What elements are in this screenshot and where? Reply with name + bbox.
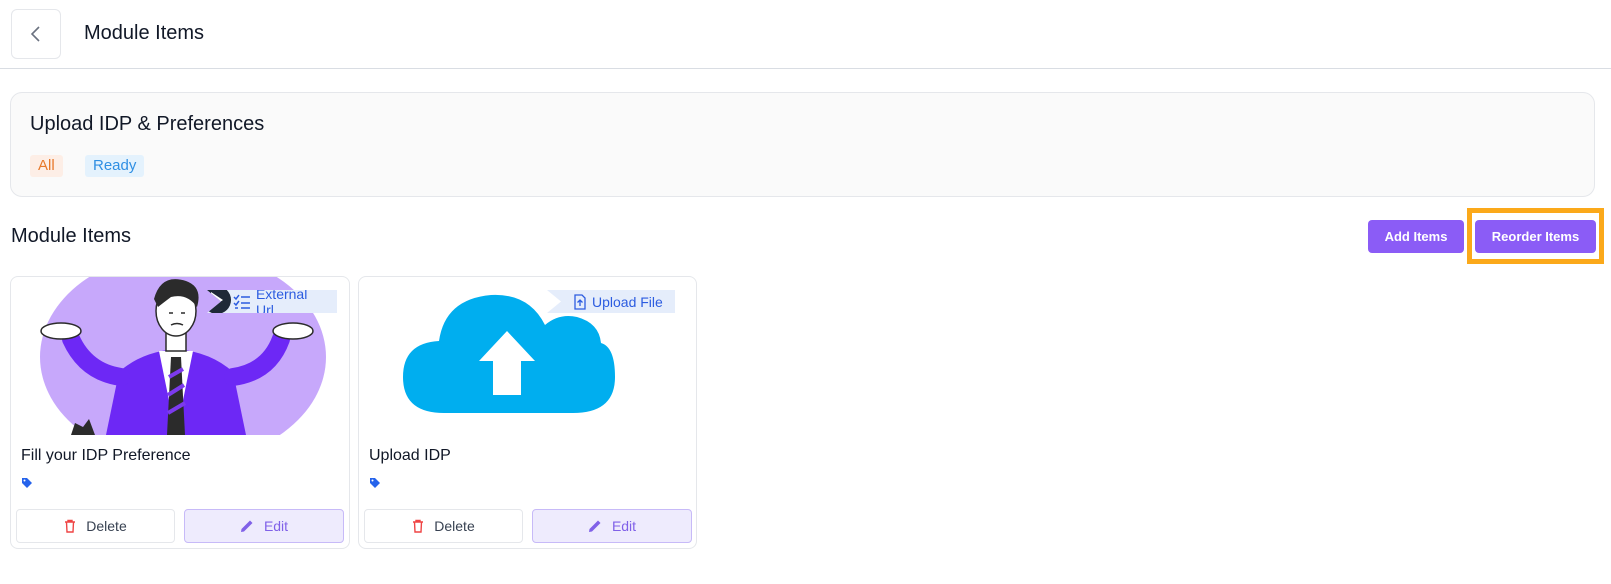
file-upload-icon	[574, 293, 586, 310]
item-thumbnail: External Url	[11, 277, 349, 435]
trash-icon	[65, 519, 76, 533]
delete-button[interactable]: Delete	[16, 509, 175, 543]
item-title: Upload IDP	[369, 447, 451, 464]
pencil-icon	[240, 520, 253, 532]
item-type-badge: Upload File	[547, 290, 675, 313]
tag-icon	[22, 478, 32, 488]
edit-label: Edit	[263, 518, 289, 534]
item-type-badge: External Url	[207, 290, 337, 313]
edit-button[interactable]: Edit	[532, 509, 692, 543]
item-title: Fill your IDP Preference	[21, 447, 191, 464]
audience-badge: All	[30, 155, 63, 177]
pencil-icon	[588, 520, 601, 532]
trash-icon	[413, 519, 424, 533]
item-thumbnail: Upload File	[359, 277, 696, 435]
delete-label: Delete	[434, 518, 475, 534]
item-type-label: External Url	[255, 285, 308, 318]
section-title: Module Items	[11, 225, 132, 247]
top-bar: Module Items	[0, 0, 1611, 69]
item-type-label: Upload File	[592, 293, 663, 310]
status-badge: Ready	[85, 155, 145, 177]
module-summary-card: Upload IDP & Preferences All Ready	[10, 92, 1595, 197]
edit-button[interactable]: Edit	[184, 509, 344, 543]
chevron-left-icon	[30, 26, 40, 42]
module-item-card: Upload File Upload IDP Delete Edit	[358, 276, 697, 549]
delete-label: Delete	[86, 518, 127, 534]
checklist-icon	[233, 294, 250, 309]
module-item-card: External Url Fill your IDP Preference De…	[10, 276, 350, 549]
delete-button[interactable]: Delete	[364, 509, 523, 543]
edit-label: Edit	[611, 518, 637, 534]
add-items-button[interactable]: Add Items	[1368, 220, 1464, 253]
back-button[interactable]	[11, 9, 61, 59]
module-name: Upload IDP & Preferences	[30, 113, 265, 135]
page-title: Module Items	[84, 22, 205, 44]
tag-icon	[370, 478, 380, 488]
reorder-items-button[interactable]: Reorder Items	[1475, 220, 1596, 253]
